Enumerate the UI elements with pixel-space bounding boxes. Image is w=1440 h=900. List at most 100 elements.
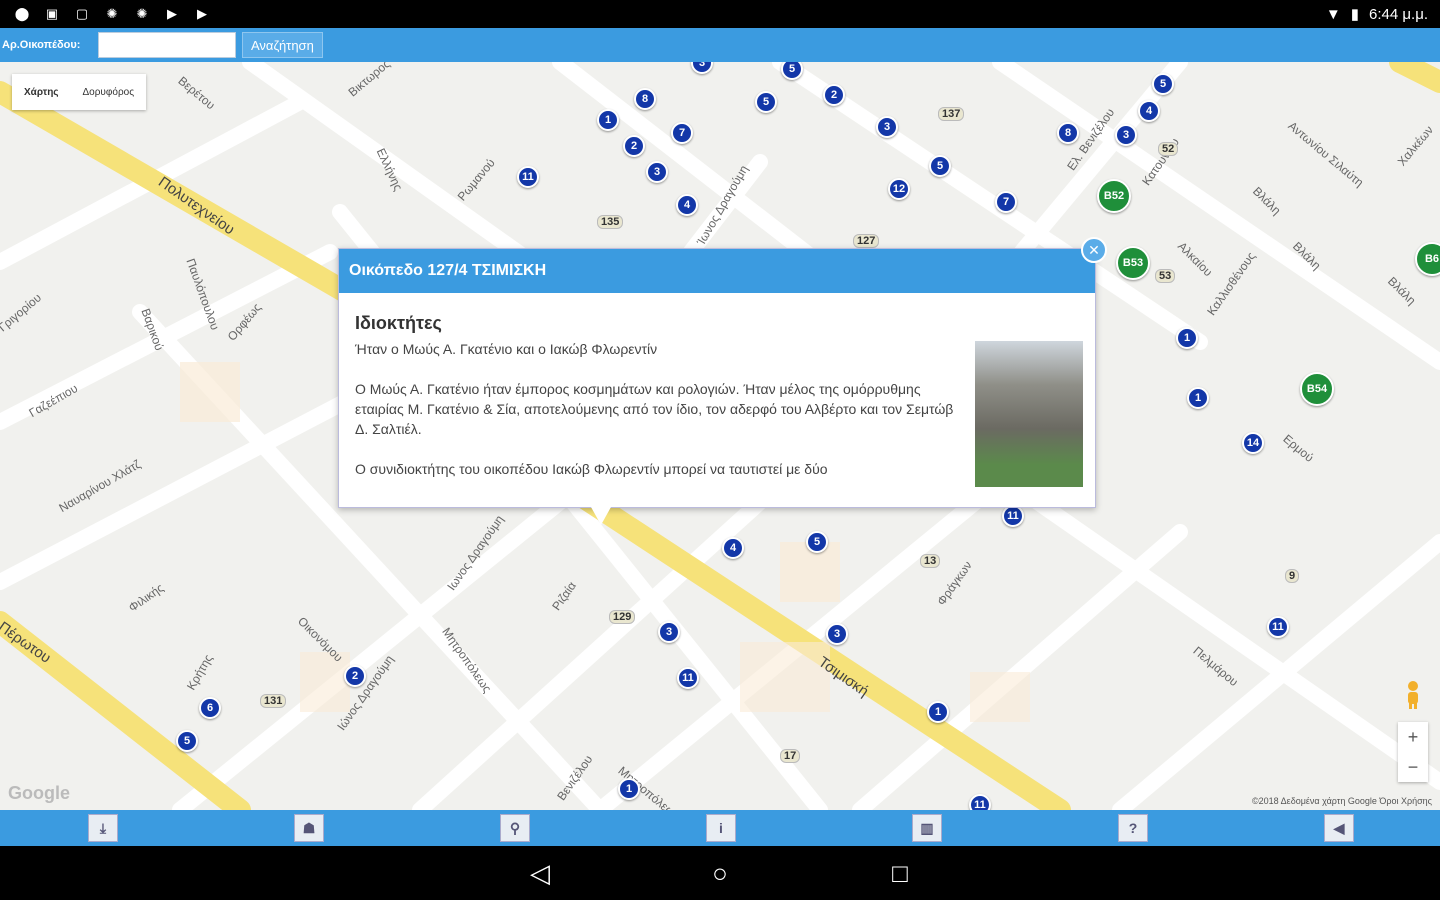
nav-recents-icon[interactable]: □ (885, 858, 915, 889)
user-location-button[interactable]: ☗ (294, 814, 324, 842)
zoom-out-button[interactable]: − (1398, 752, 1428, 782)
plot-marker[interactable]: 2 (344, 665, 366, 687)
place-button[interactable]: ⚲ (500, 814, 530, 842)
plot-number-label[interactable]: 127 (853, 234, 880, 248)
google-logo: Google (8, 783, 70, 803)
plot-marker[interactable]: 6 (199, 697, 221, 719)
info-window-title: Οικόπεδο 127/4 ΤΣΙΜΙΣΚΗ (339, 249, 1095, 293)
wifi-icon: ▼ (1325, 5, 1341, 23)
pin-icon: ⚲ (509, 819, 521, 836)
plot-marker[interactable]: 3 (646, 161, 668, 183)
zoom-control: + − (1398, 722, 1428, 782)
plot-marker[interactable]: 5 (176, 730, 198, 752)
plot-marker[interactable]: 11 (969, 794, 991, 810)
plot-marker[interactable]: 5 (1152, 73, 1174, 95)
info-button[interactable]: i (706, 814, 736, 842)
plot-marker[interactable]: 7 (995, 191, 1017, 213)
sync-icon: ✺ (106, 6, 118, 21)
help-button[interactable]: ? (1118, 814, 1148, 842)
plot-marker[interactable]: 11 (1267, 616, 1289, 638)
plot-marker[interactable]: 3 (826, 623, 848, 645)
info-paragraph: Ήταν ο Μωύς Α. Γκατένιο και ο Ιακώβ Φλωρ… (355, 341, 658, 357)
bottom-toolbar: ⤓ ☗ ⚲ i ▥ ? ◀ (0, 810, 1440, 846)
group-marker[interactable]: B53 (1116, 246, 1150, 280)
plot-marker[interactable]: 11 (677, 667, 699, 689)
plot-marker[interactable]: 8 (634, 88, 656, 110)
plot-marker[interactable]: 4 (722, 537, 744, 559)
plot-number-label[interactable]: 137 (938, 107, 965, 121)
nav-back-icon[interactable]: ◁ (525, 858, 555, 889)
street-view-pegman-icon[interactable] (1402, 680, 1424, 710)
plot-number-label[interactable]: 135 (597, 215, 624, 229)
plot-marker[interactable]: 4 (676, 194, 698, 216)
info-paragraph: Ο Μωύς Α. Γκατένιο ήταν έμπορος κοσμημάτ… (355, 381, 954, 437)
map-type-map[interactable]: Χάρτης (12, 87, 71, 98)
download-icon: ⤓ (99, 819, 107, 836)
plot-marker[interactable]: 7 (671, 122, 693, 144)
group-marker[interactable]: B52 (1097, 179, 1131, 213)
plot-marker[interactable]: 5 (929, 155, 951, 177)
screen: ⬤ ▣ ▢ ✺ ✺ ▶ ▶ ▼ ▮ 6:44 μ.μ. Αρ.Οικοπέδου… (0, 0, 1440, 900)
plot-number-input[interactable] (98, 32, 236, 58)
plot-number-label[interactable]: 131 (260, 694, 287, 708)
plot-marker[interactable]: 11 (517, 166, 539, 188)
info-paragraph: Ο συνιδιοκτήτης του οικοπέδου Ιακώβ Φλωρ… (355, 461, 828, 477)
plot-number-label: Αρ.Οικοπέδου: (2, 39, 81, 51)
plot-marker[interactable]: 1 (618, 778, 640, 800)
plot-marker[interactable]: 11 (1002, 505, 1024, 527)
plot-number-label[interactable]: 9 (1285, 569, 1300, 583)
plot-number-label[interactable]: 53 (1155, 269, 1176, 283)
navigation-bar: ◁ ○ □ (0, 846, 1440, 900)
battery-icon: ▮ (1350, 6, 1360, 23)
plot-marker[interactable]: 1 (927, 701, 949, 723)
building-photo[interactable] (975, 341, 1083, 487)
plot-marker[interactable]: 12 (888, 178, 910, 200)
plot-number-label[interactable]: 129 (609, 610, 636, 624)
download-button[interactable]: ⤓ (88, 814, 118, 842)
clock: 6:44 μ.μ. (1369, 5, 1428, 23)
map-type-control[interactable]: Χάρτης Δορυφόρος (12, 74, 147, 110)
sync2-icon: ✺ (136, 6, 148, 21)
play-icon: ▶ (197, 6, 207, 21)
plot-marker[interactable]: 8 (1057, 122, 1079, 144)
plot-number-label[interactable]: 13 (920, 554, 941, 568)
plot-marker[interactable]: 2 (623, 135, 645, 157)
info-window-pointer (591, 507, 611, 525)
plot-marker[interactable]: 3 (658, 621, 680, 643)
person-icon: ☗ (302, 819, 316, 836)
nav-home-icon[interactable]: ○ (705, 858, 735, 889)
plot-marker[interactable]: 4 (1138, 100, 1160, 122)
map-type-satellite[interactable]: Δορυφόρος (71, 87, 147, 98)
plot-marker[interactable]: 1 (597, 109, 619, 131)
plot-marker[interactable]: 3 (876, 116, 898, 138)
plot-marker[interactable]: 14 (1242, 432, 1264, 454)
search-toolbar: Αρ.Οικοπέδου: Αναζήτηση (0, 28, 1440, 62)
layers-button[interactable]: ▥ (912, 814, 942, 842)
plot-marker[interactable]: 1 (1187, 387, 1209, 409)
map-copyright[interactable]: ©2018 Δεδομένα χάρτη Google Όροι Χρήσης (1252, 796, 1432, 806)
search-button[interactable]: Αναζήτηση (242, 32, 323, 58)
plot-marker[interactable]: 3 (1115, 124, 1137, 146)
back-arrow-icon: ◀ (1333, 819, 1345, 836)
close-icon[interactable]: ✕ (1081, 237, 1107, 263)
zoom-in-button[interactable]: + (1398, 722, 1428, 752)
plot-marker[interactable]: 1 (1176, 327, 1198, 349)
back-button[interactable]: ◀ (1324, 814, 1354, 842)
plot-marker[interactable]: 5 (755, 91, 777, 113)
plot-number-label[interactable]: 17 (780, 749, 801, 763)
book-icon: ▥ (920, 819, 934, 836)
map-view[interactable]: Χάρτης Δορυφόρος Πολυτεχνείου Παυλόπουλο… (0, 62, 1440, 810)
owners-heading: Ιδιοκτήτες (355, 313, 442, 333)
info-window-body: Ιδιοκτήτες Ήταν ο Μωύς Α. Γκατένιο και ο… (355, 313, 965, 499)
location-icon: ⬤ (14, 6, 30, 21)
status-bar: ⬤ ▣ ▢ ✺ ✺ ▶ ▶ ▼ ▮ 6:44 μ.μ. (0, 0, 1440, 28)
gallery-icon: ▣ (45, 6, 59, 21)
group-marker[interactable]: B54 (1300, 372, 1334, 406)
plot-marker[interactable]: 2 (823, 84, 845, 106)
info-icon: i (719, 820, 723, 836)
plot-info-window: Οικόπεδο 127/4 ΤΣΙΜΙΣΚΗ ✕ Ιδιοκτήτες Ήτα… (338, 237, 1107, 525)
image-icon: ▢ (75, 6, 89, 21)
plot-marker[interactable]: 5 (806, 531, 828, 553)
plot-number-label[interactable]: 52 (1158, 142, 1179, 156)
play-store-icon: ▶ (167, 6, 177, 21)
